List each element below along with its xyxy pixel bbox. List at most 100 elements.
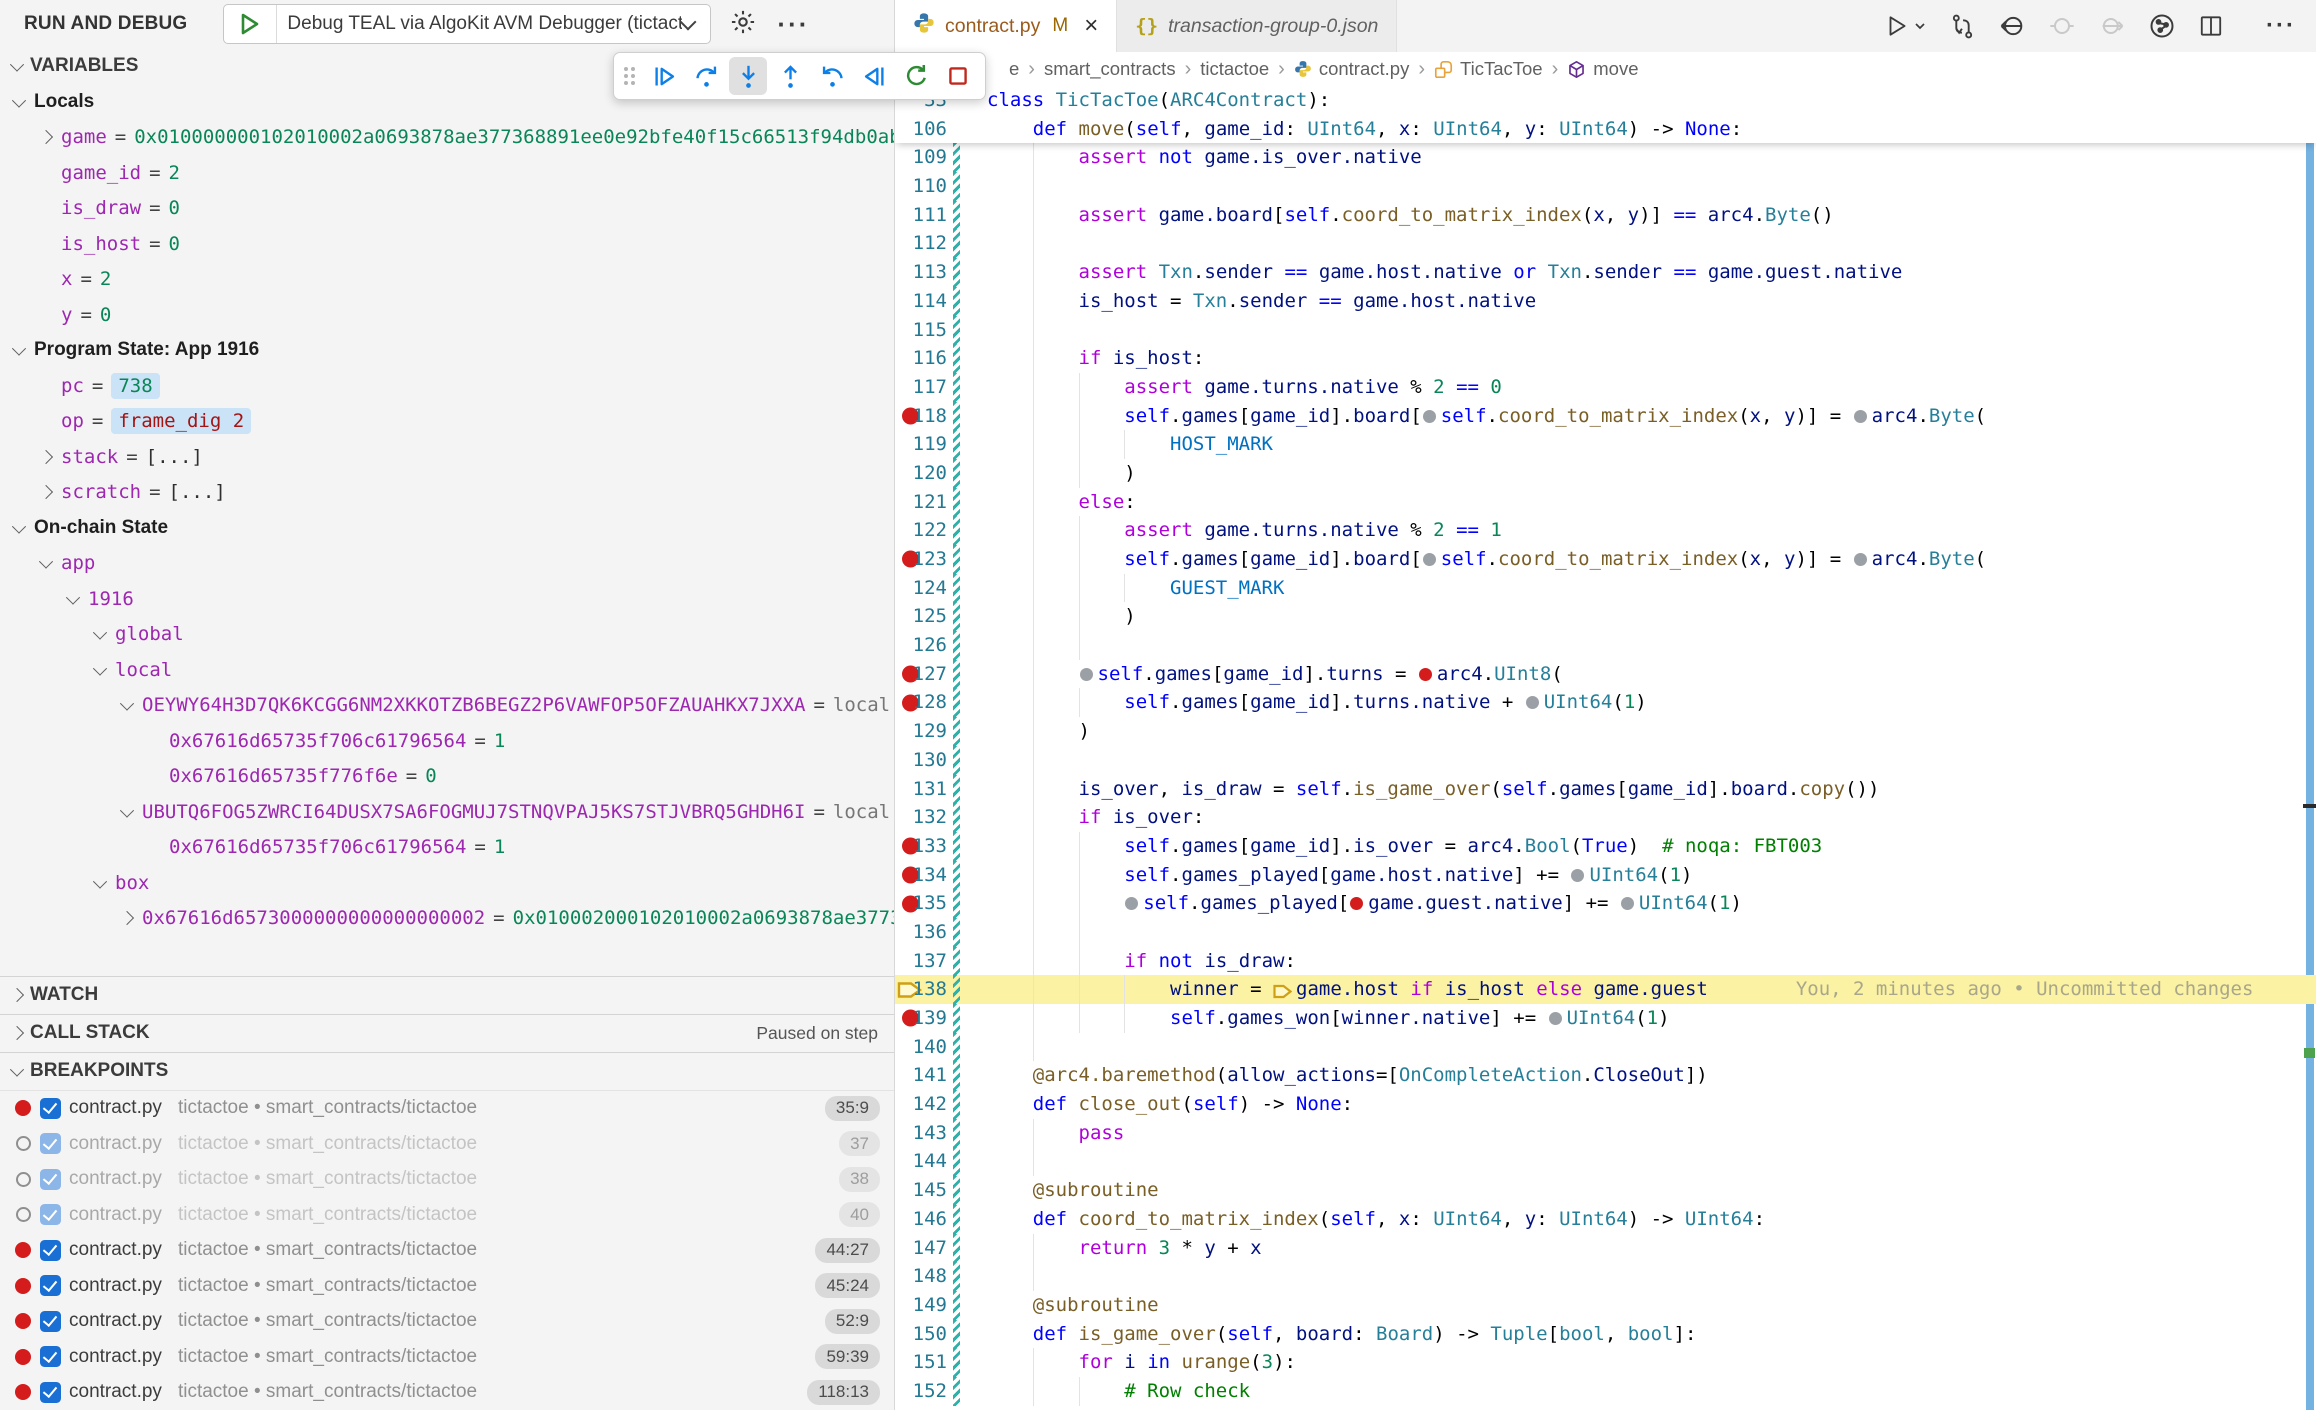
editor-gutter[interactable]: 125 [895,602,953,631]
breakpoint-row[interactable]: contract.pytictactoe • smart_contracts/t… [0,1375,894,1410]
watch-section-header[interactable]: WATCH [0,976,894,1014]
breakpoint-row[interactable]: contract.pytictactoe • smart_contracts/t… [0,1197,894,1233]
breakpoint-checkbox[interactable] [40,1169,61,1190]
editor-gutter[interactable]: 136 [895,918,953,947]
chevron-down-icon[interactable] [12,342,26,356]
inline-breakpoint-gray-icon[interactable] [1125,897,1138,910]
code-text[interactable]: def close_out(self) -> None: [960,1090,2316,1119]
restart-button[interactable] [897,57,935,95]
step-back-button[interactable] [813,57,851,95]
editor-gutter[interactable]: 115 [895,316,953,345]
breakpoint-checkbox[interactable] [40,1382,61,1403]
chevron-down-icon[interactable] [93,661,107,675]
sync-icon[interactable] [1949,13,1976,40]
breakpoint-checkbox[interactable] [40,1098,61,1119]
code-text[interactable]: if is_over: [960,803,2316,832]
editor-gutter[interactable]: 133 [895,832,953,861]
editor-gutter[interactable]: 117 [895,373,953,402]
code-line[interactable]: 146 def coord_to_matrix_index(self, x: U… [895,1205,2316,1234]
variables-scope-row[interactable]: On-chain State [0,510,894,546]
editor-gutter[interactable]: 138 [895,975,953,1004]
variable-row[interactable]: stack=[...] [0,439,894,475]
code-text[interactable]: assert game.turns.native % 2 == 0 [960,373,2316,402]
code-text[interactable] [960,631,2316,660]
code-text[interactable] [960,1033,2316,1062]
code-line[interactable]: 144 [895,1147,2316,1176]
close-icon[interactable]: × [1084,16,1098,36]
graph-icon[interactable] [2148,12,2176,40]
code-line[interactable]: 123 self.games[game_id].board[self.coord… [895,545,2316,574]
variable-row[interactable]: op=frame_dig 2 [0,404,894,440]
breakpoint-checkbox[interactable] [40,1311,61,1332]
chevron-down-icon[interactable] [93,626,107,640]
code-text[interactable]: @subroutine [960,1176,2316,1205]
code-line[interactable]: 128 self.games[game_id].turns.native + U… [895,688,2316,717]
chevron-down-icon[interactable] [120,803,134,817]
current-execution-line[interactable]: 138 winner = game.host if is_host else g… [895,975,2316,1004]
code-text[interactable]: assert game.board[self.coord_to_matrix_i… [960,201,2316,230]
editor-gutter[interactable]: 128 [895,688,953,717]
breakpoint-row[interactable]: contract.pytictactoe • smart_contracts/t… [0,1268,894,1304]
code-text[interactable] [960,746,2316,775]
variable-row[interactable]: 1916 [0,581,894,617]
variable-row[interactable]: game_id=2 [0,155,894,191]
code-text[interactable]: else: [960,488,2316,517]
code-line[interactable]: 145 @subroutine [895,1176,2316,1205]
inline-current-marker-icon[interactable] [1273,977,1292,1004]
code-line[interactable]: 140 [895,1033,2316,1062]
code-line[interactable]: 122 assert game.turns.native % 2 == 1 [895,516,2316,545]
code-line[interactable]: 126 [895,631,2316,660]
code-line[interactable]: 132 if is_over: [895,803,2316,832]
code-text[interactable]: if not is_draw: [960,947,2316,976]
breakpoint-checkbox[interactable] [40,1275,61,1296]
code-text[interactable]: GUEST_MARK [960,574,2316,603]
code-line[interactable]: 148 [895,1262,2316,1291]
code-line[interactable]: 147 return 3 * y + x [895,1234,2316,1263]
step-out-button[interactable] [771,57,809,95]
chevron-right-icon[interactable] [39,485,53,499]
editor-gutter[interactable]: 151 [895,1348,953,1377]
code-text[interactable]: assert game.turns.native % 2 == 1 [960,516,2316,545]
code-line[interactable]: 117 assert game.turns.native % 2 == 0 [895,373,2316,402]
code-text[interactable]: pass [960,1119,2316,1148]
editor-gutter[interactable]: 130 [895,746,953,775]
code-text[interactable]: assert Txn.sender == game.host.native or… [960,258,2316,287]
reverse-continue-button[interactable] [855,57,893,95]
more-actions-icon[interactable]: ··· [2266,21,2296,31]
variable-row[interactable]: UBUTQ6FOG5ZWRCI64DUSX7SA6FOGMUJ7STNQVPAJ… [0,794,894,830]
code-text[interactable]: self.games[game_id].turns.native + UInt6… [960,688,2316,717]
code-line[interactable]: 152 # Row check [895,1377,2316,1406]
overview-ruler[interactable] [2303,86,2316,1410]
chevron-right-icon[interactable] [120,911,134,925]
breakpoint-checkbox[interactable] [40,1240,61,1261]
editor-gutter[interactable]: 150 [895,1320,953,1349]
editor-gutter[interactable]: 147 [895,1234,953,1263]
editor-gutter[interactable]: 120 [895,459,953,488]
editor-gutter[interactable]: 109 [895,143,953,172]
editor-gutter[interactable]: 106 [895,115,953,144]
editor-gutter[interactable]: 119 [895,430,953,459]
tab-transaction-group-json[interactable]: {} transaction-group-0.json [1117,0,1397,52]
chevron-down-icon[interactable] [66,590,80,604]
inline-breakpoint-gray-icon[interactable] [1423,410,1436,423]
debug-config-dropdown[interactable]: Debug TEAL via AlgoKit AVM Debugger (tic… [223,4,711,44]
code-line[interactable]: 127 self.games[game_id].turns = arc4.UIn… [895,660,2316,689]
editor-gutter[interactable]: 121 [895,488,953,517]
gear-icon[interactable] [729,8,757,41]
inline-breakpoint-gray-icon[interactable] [1423,553,1436,566]
inline-breakpoint-gray-icon[interactable] [1621,897,1634,910]
code-text[interactable]: assert not game.is_over.native [960,143,2316,172]
code-line[interactable]: 134 self.games_played[game.host.native] … [895,861,2316,890]
code-line[interactable]: 112 [895,229,2316,258]
drag-handle[interactable] [624,67,635,85]
inline-breakpoint-gray-icon[interactable] [1571,869,1584,882]
variable-row[interactable]: app [0,546,894,582]
editor-gutter[interactable]: 145 [895,1176,953,1205]
call-stack-section-header[interactable]: CALL STACK Paused on step [0,1014,894,1052]
variable-row[interactable]: local [0,652,894,688]
code-line[interactable]: 106 def move(self, game_id: UInt64, x: U… [895,115,2316,144]
inline-breakpoint-red-icon[interactable] [1350,897,1363,910]
code-line[interactable]: 114 is_host = Txn.sender == game.host.na… [895,287,2316,316]
code-text[interactable]: ) [960,602,2316,631]
editor-gutter[interactable]: 131 [895,775,953,804]
